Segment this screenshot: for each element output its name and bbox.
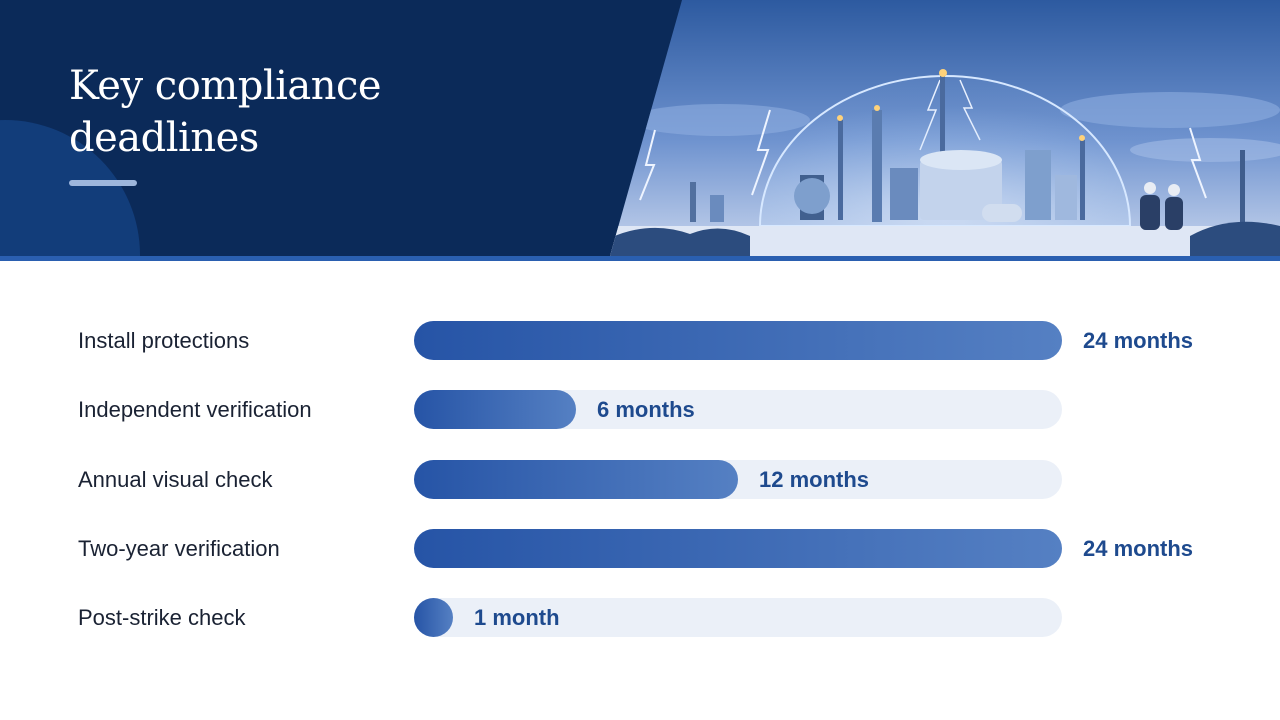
value-label: 6 months xyxy=(597,397,695,422)
value-label: 1 month xyxy=(474,605,560,630)
bar-track xyxy=(414,529,1062,568)
bar xyxy=(414,598,453,637)
value-label: 24 months xyxy=(1083,328,1194,353)
bar-track xyxy=(414,460,1062,499)
category-label: Post-strike check xyxy=(78,605,246,630)
bar-track xyxy=(414,321,1062,360)
category-label: Install protections xyxy=(78,328,250,353)
value-label: 24 months xyxy=(1083,536,1194,561)
category-label: Two-year verification xyxy=(78,536,280,561)
bar xyxy=(414,529,1062,568)
deadline-bar-chart: Install protections 24 months Independent … xyxy=(0,0,1280,720)
bar-track xyxy=(414,390,1062,429)
bar xyxy=(414,321,1062,360)
category-label: Independent verification xyxy=(78,397,312,422)
bar xyxy=(414,460,738,499)
bar xyxy=(414,390,576,429)
value-label: 12 months xyxy=(759,467,870,492)
category-label: Annual visual check xyxy=(78,467,273,492)
